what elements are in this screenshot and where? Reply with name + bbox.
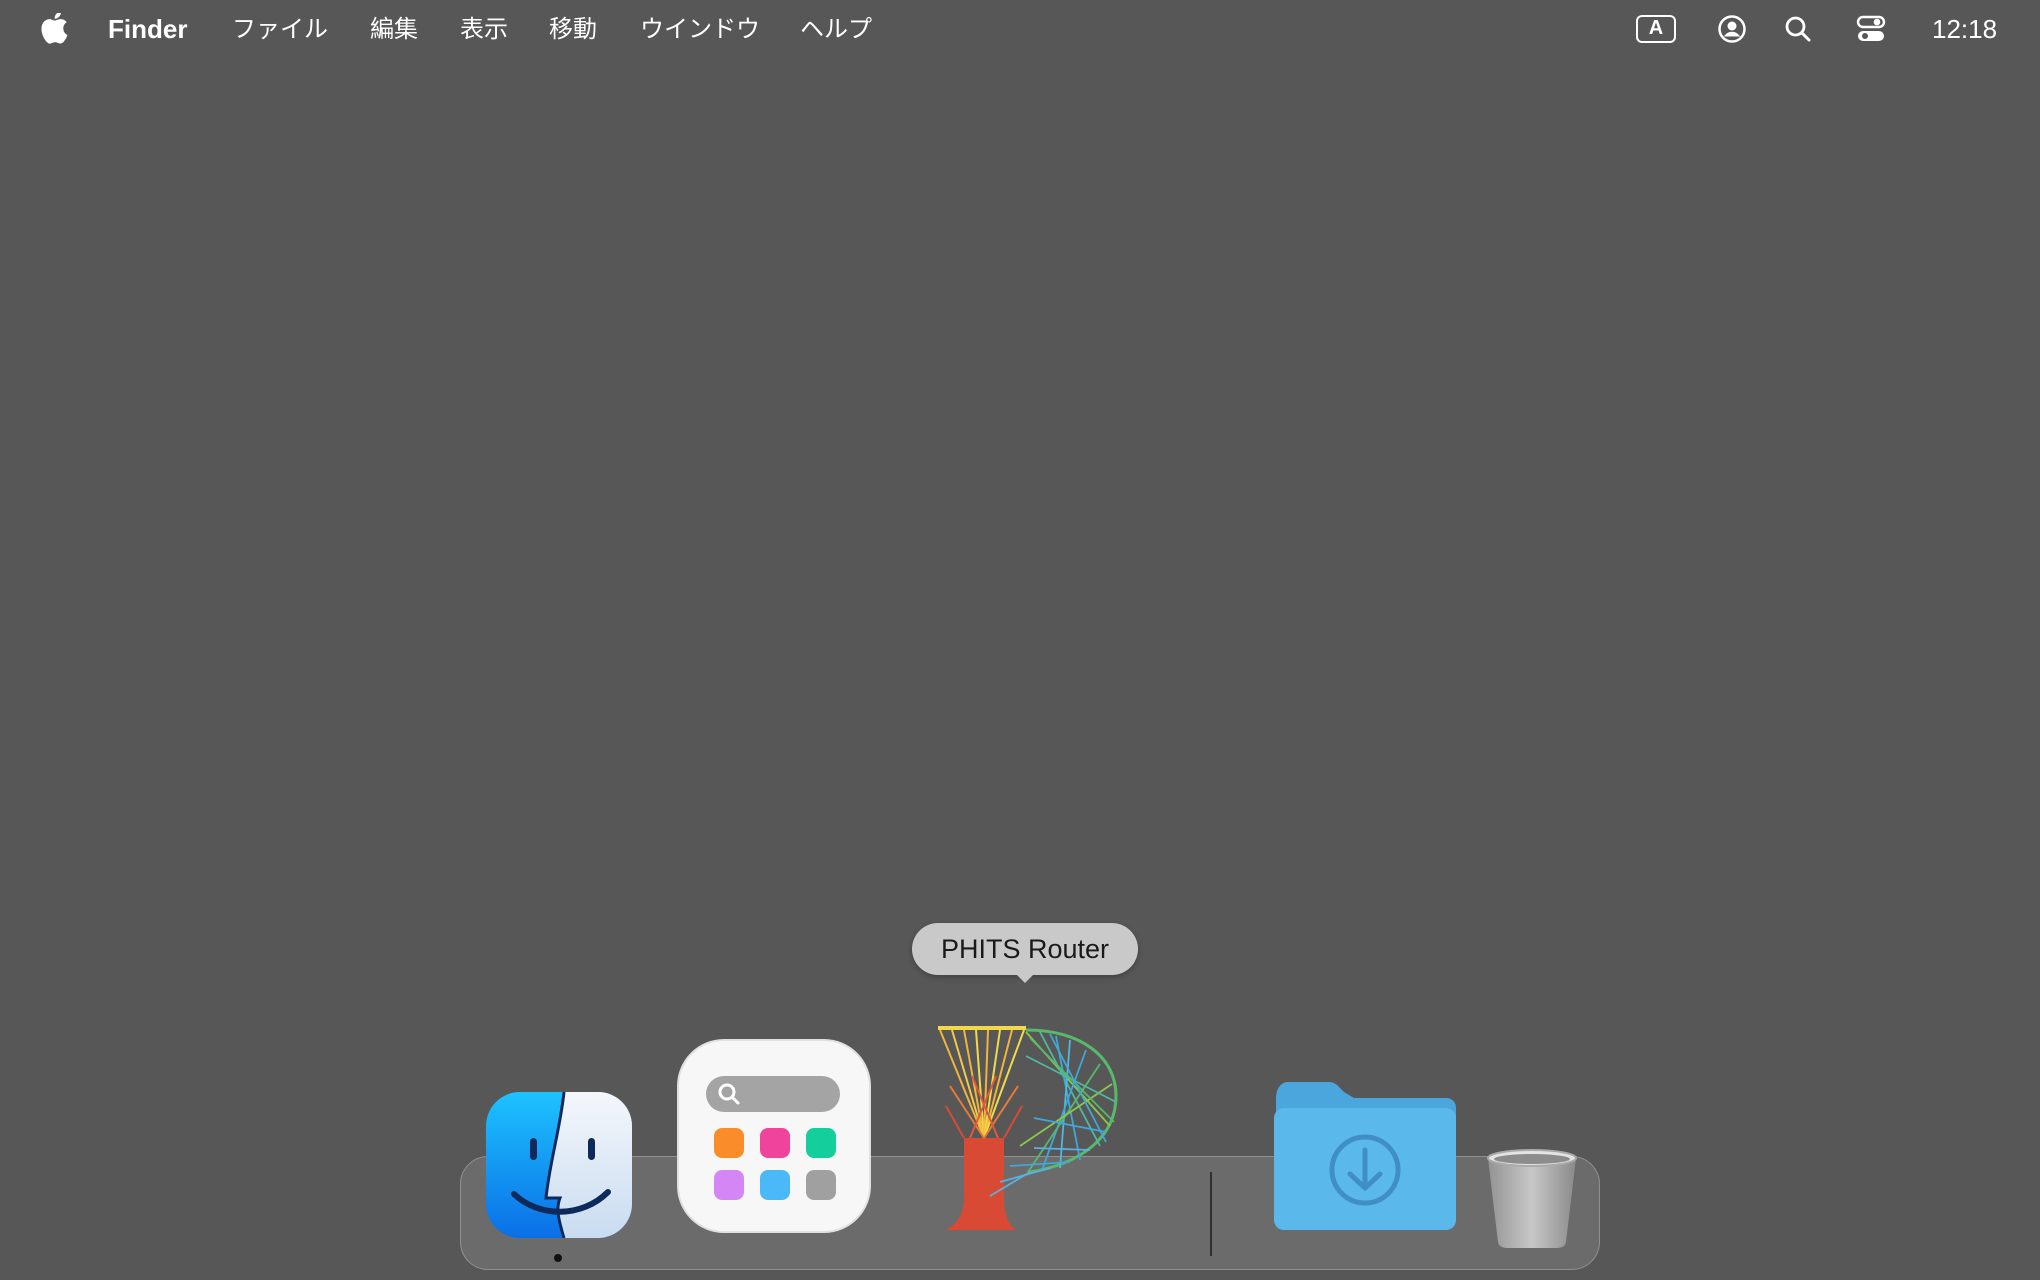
dock-divider [1210, 1172, 1212, 1256]
menu-view[interactable]: 表示 [460, 0, 508, 58]
dock-tooltip-arrow [1014, 972, 1036, 983]
trash-icon[interactable] [1482, 1144, 1582, 1250]
dock-tooltip: PHITS Router [912, 923, 1138, 975]
menu-window[interactable]: ウインドウ [640, 0, 760, 58]
input-method-badge: A [1636, 15, 1676, 43]
apple-logo-icon[interactable] [40, 13, 70, 45]
desktop[interactable]: Finder ファイル 編集 表示 移動 ウインドウ ヘルプ A 12:18 P… [0, 0, 2040, 1280]
user-account-menu[interactable] [1716, 0, 1748, 58]
control-center-icon [1856, 15, 1886, 41]
menu-file[interactable]: ファイル [232, 0, 328, 58]
spotlight-search-button[interactable] [1782, 0, 1814, 58]
control-center-button[interactable] [1854, 0, 1888, 58]
menu-edit[interactable]: 編集 [370, 0, 418, 58]
finder-icon[interactable] [484, 1090, 634, 1240]
downloads-folder-icon[interactable] [1270, 1078, 1460, 1234]
search-icon [1785, 16, 1811, 42]
menu-go[interactable]: 移動 [549, 0, 597, 58]
menu-app-finder[interactable]: Finder [108, 0, 187, 58]
input-method-menu[interactable]: A [1634, 0, 1678, 58]
menu-bar: Finder ファイル 編集 表示 移動 ウインドウ ヘルプ A 12:18 [0, 0, 2040, 58]
phits-router-icon[interactable] [930, 1026, 1120, 1236]
menu-bar-clock[interactable]: 12:18 [1932, 0, 1997, 58]
user-circle-icon [1718, 15, 1746, 43]
finder-running-indicator [554, 1254, 562, 1262]
menu-help[interactable]: ヘルプ [800, 0, 872, 58]
launchpad-icon[interactable] [674, 1036, 874, 1236]
